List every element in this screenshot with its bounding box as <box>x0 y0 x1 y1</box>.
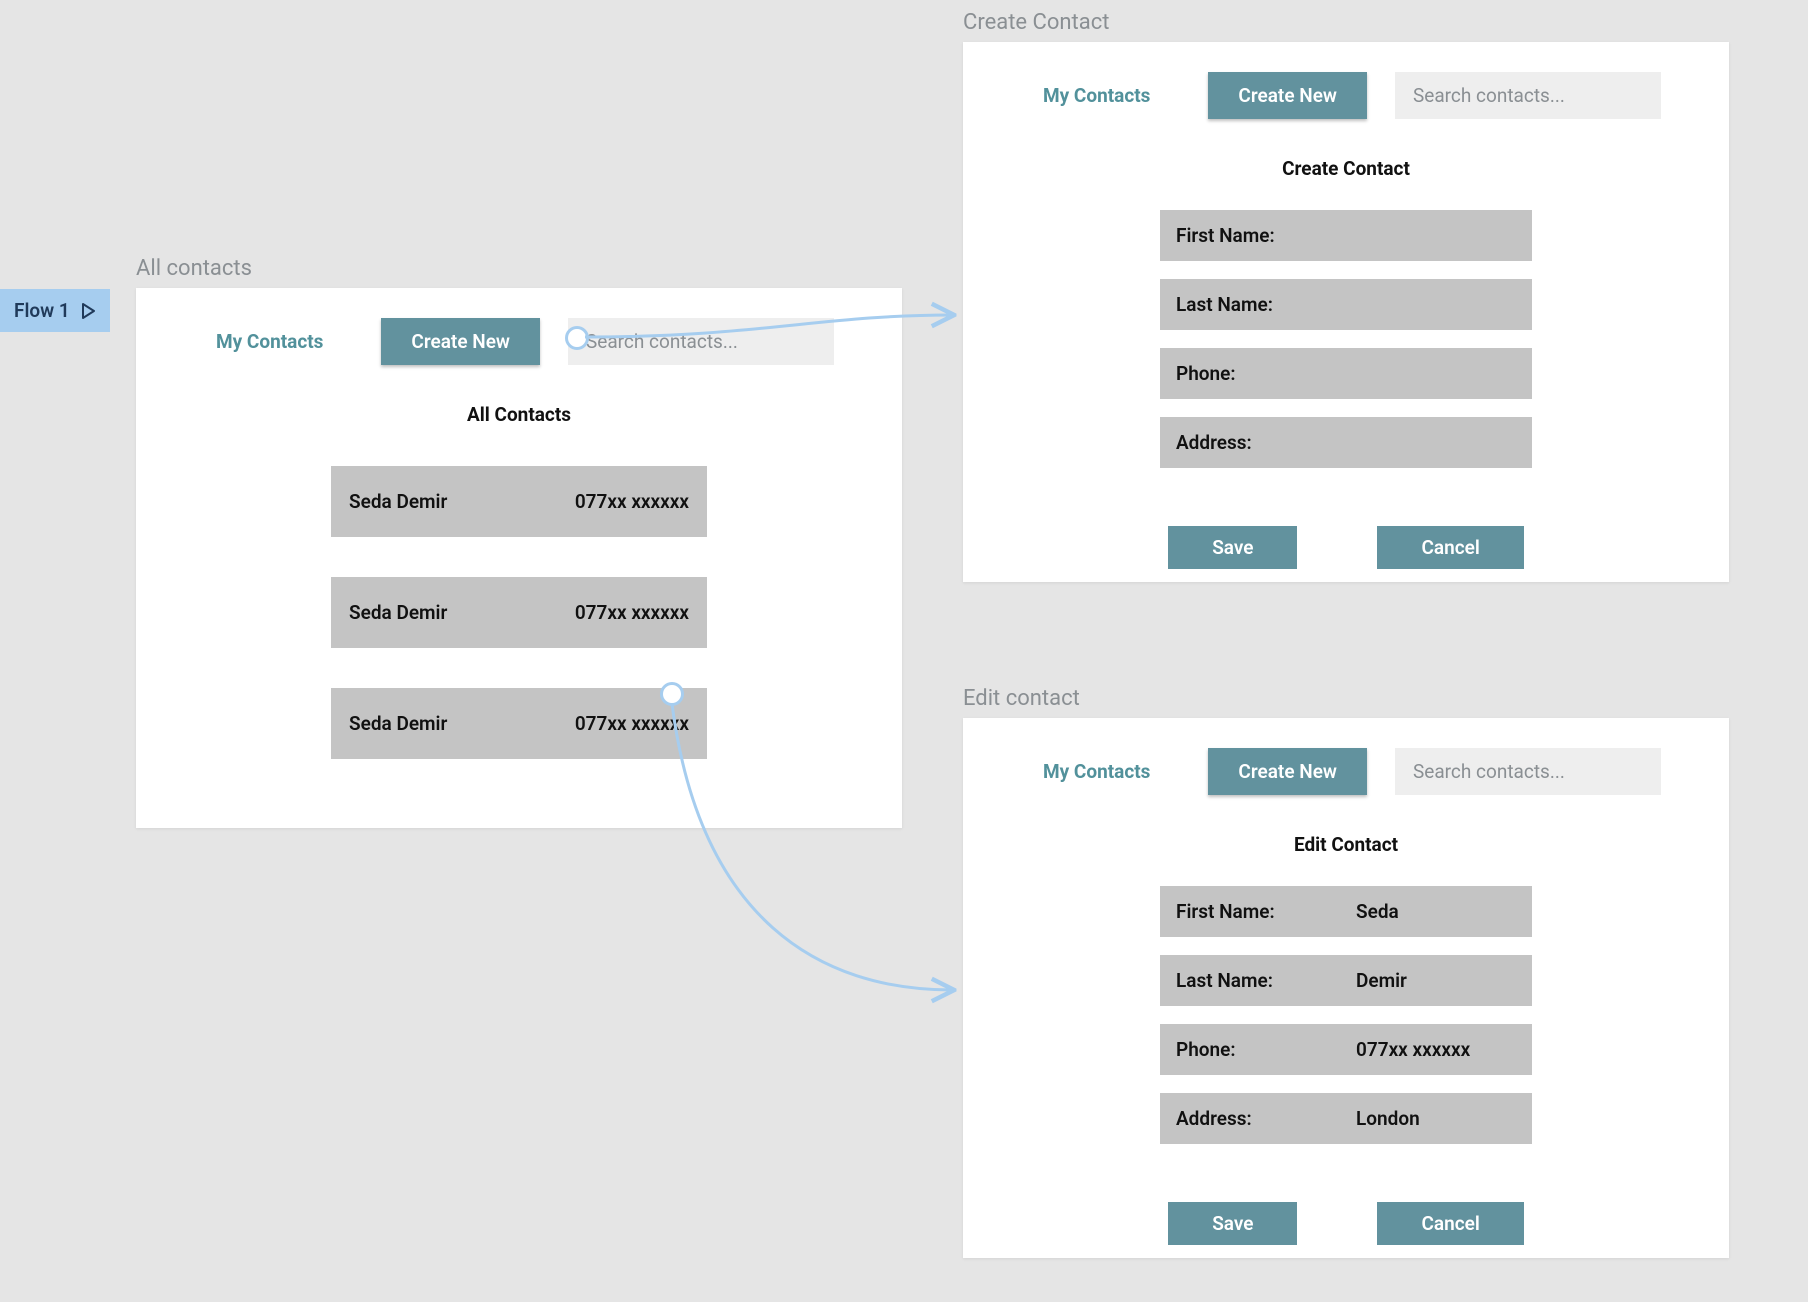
phone-field[interactable]: Phone: <box>1160 348 1532 399</box>
save-button[interactable]: Save <box>1168 526 1297 569</box>
topbar: My Contacts Create New Search contacts..… <box>963 42 1729 129</box>
field-label: Phone: <box>1176 1038 1356 1061</box>
field-label: Address: <box>1176 431 1356 454</box>
first-name-field[interactable]: First Name: <box>1160 210 1532 261</box>
search-input[interactable]: Search contacts... <box>568 318 834 365</box>
frame-title-all: All contacts <box>136 256 252 281</box>
phone-field[interactable]: Phone: 077xx xxxxxx <box>1160 1024 1532 1075</box>
create-new-button[interactable]: Create New <box>1208 72 1367 119</box>
field-label: First Name: <box>1176 900 1356 923</box>
search-input[interactable]: Search contacts... <box>1395 72 1661 119</box>
field-label: Last Name: <box>1176 293 1356 316</box>
field-label: Last Name: <box>1176 969 1356 992</box>
topbar: My Contacts Create New Search contacts..… <box>963 718 1729 805</box>
cancel-button[interactable]: Cancel <box>1377 1202 1523 1245</box>
frame-create-contact: My Contacts Create New Search contacts..… <box>963 42 1729 582</box>
cancel-button[interactable]: Cancel <box>1377 526 1523 569</box>
field-value: Seda <box>1356 900 1399 923</box>
edit-form: First Name: Seda Last Name: Demir Phone:… <box>963 886 1729 1245</box>
field-label: Phone: <box>1176 362 1356 385</box>
flow-node[interactable] <box>565 326 589 350</box>
frame-title-create: Create Contact <box>963 10 1109 35</box>
create-new-button[interactable]: Create New <box>381 318 540 365</box>
frame-title-edit: Edit contact <box>963 686 1080 711</box>
edit-contact-heading: Edit Contact <box>963 833 1729 856</box>
all-contacts-heading: All Contacts <box>136 403 902 426</box>
field-label: First Name: <box>1176 224 1356 247</box>
contact-name: Seda Demir <box>349 490 447 513</box>
create-contact-heading: Create Contact <box>963 157 1729 180</box>
save-button[interactable]: Save <box>1168 1202 1297 1245</box>
flow-tag-label: Flow 1 <box>14 299 70 322</box>
first-name-field[interactable]: First Name: Seda <box>1160 886 1532 937</box>
flow-node[interactable] <box>660 682 684 706</box>
topbar: My Contacts Create New Search contacts..… <box>136 288 902 375</box>
address-field[interactable]: Address: <box>1160 417 1532 468</box>
frame-edit-contact: My Contacts Create New Search contacts..… <box>963 718 1729 1258</box>
play-icon <box>80 303 96 319</box>
form-buttons: Save Cancel <box>1168 1202 1524 1245</box>
create-new-button[interactable]: Create New <box>1208 748 1367 795</box>
contact-name: Seda Demir <box>349 601 447 624</box>
form-buttons: Save Cancel <box>1168 526 1524 569</box>
last-name-field[interactable]: Last Name: Demir <box>1160 955 1532 1006</box>
brand-link[interactable]: My Contacts <box>216 330 323 353</box>
brand-link[interactable]: My Contacts <box>1043 760 1150 783</box>
search-input[interactable]: Search contacts... <box>1395 748 1661 795</box>
field-value: 077xx xxxxxx <box>1356 1038 1470 1061</box>
contact-row[interactable]: Seda Demir 077xx xxxxxx <box>331 577 707 648</box>
address-field[interactable]: Address: London <box>1160 1093 1532 1144</box>
contact-list: Seda Demir 077xx xxxxxx Seda Demir 077xx… <box>136 466 902 759</box>
field-value: Demir <box>1356 969 1407 992</box>
brand-link[interactable]: My Contacts <box>1043 84 1150 107</box>
contact-name: Seda Demir <box>349 712 447 735</box>
contact-row[interactable]: Seda Demir 077xx xxxxxx <box>331 466 707 537</box>
contact-phone: 077xx xxxxxx <box>575 601 689 624</box>
field-label: Address: <box>1176 1107 1356 1130</box>
create-form: First Name: Last Name: Phone: Address: S… <box>963 210 1729 569</box>
contact-phone: 077xx xxxxxx <box>575 490 689 513</box>
flow-tag[interactable]: Flow 1 <box>0 289 110 332</box>
frame-all-contacts: My Contacts Create New Search contacts..… <box>136 288 902 828</box>
contact-row[interactable]: Seda Demir 077xx xxxxxx <box>331 688 707 759</box>
last-name-field[interactable]: Last Name: <box>1160 279 1532 330</box>
field-value: London <box>1356 1107 1420 1130</box>
contact-phone: 077xx xxxxxx <box>575 712 689 735</box>
